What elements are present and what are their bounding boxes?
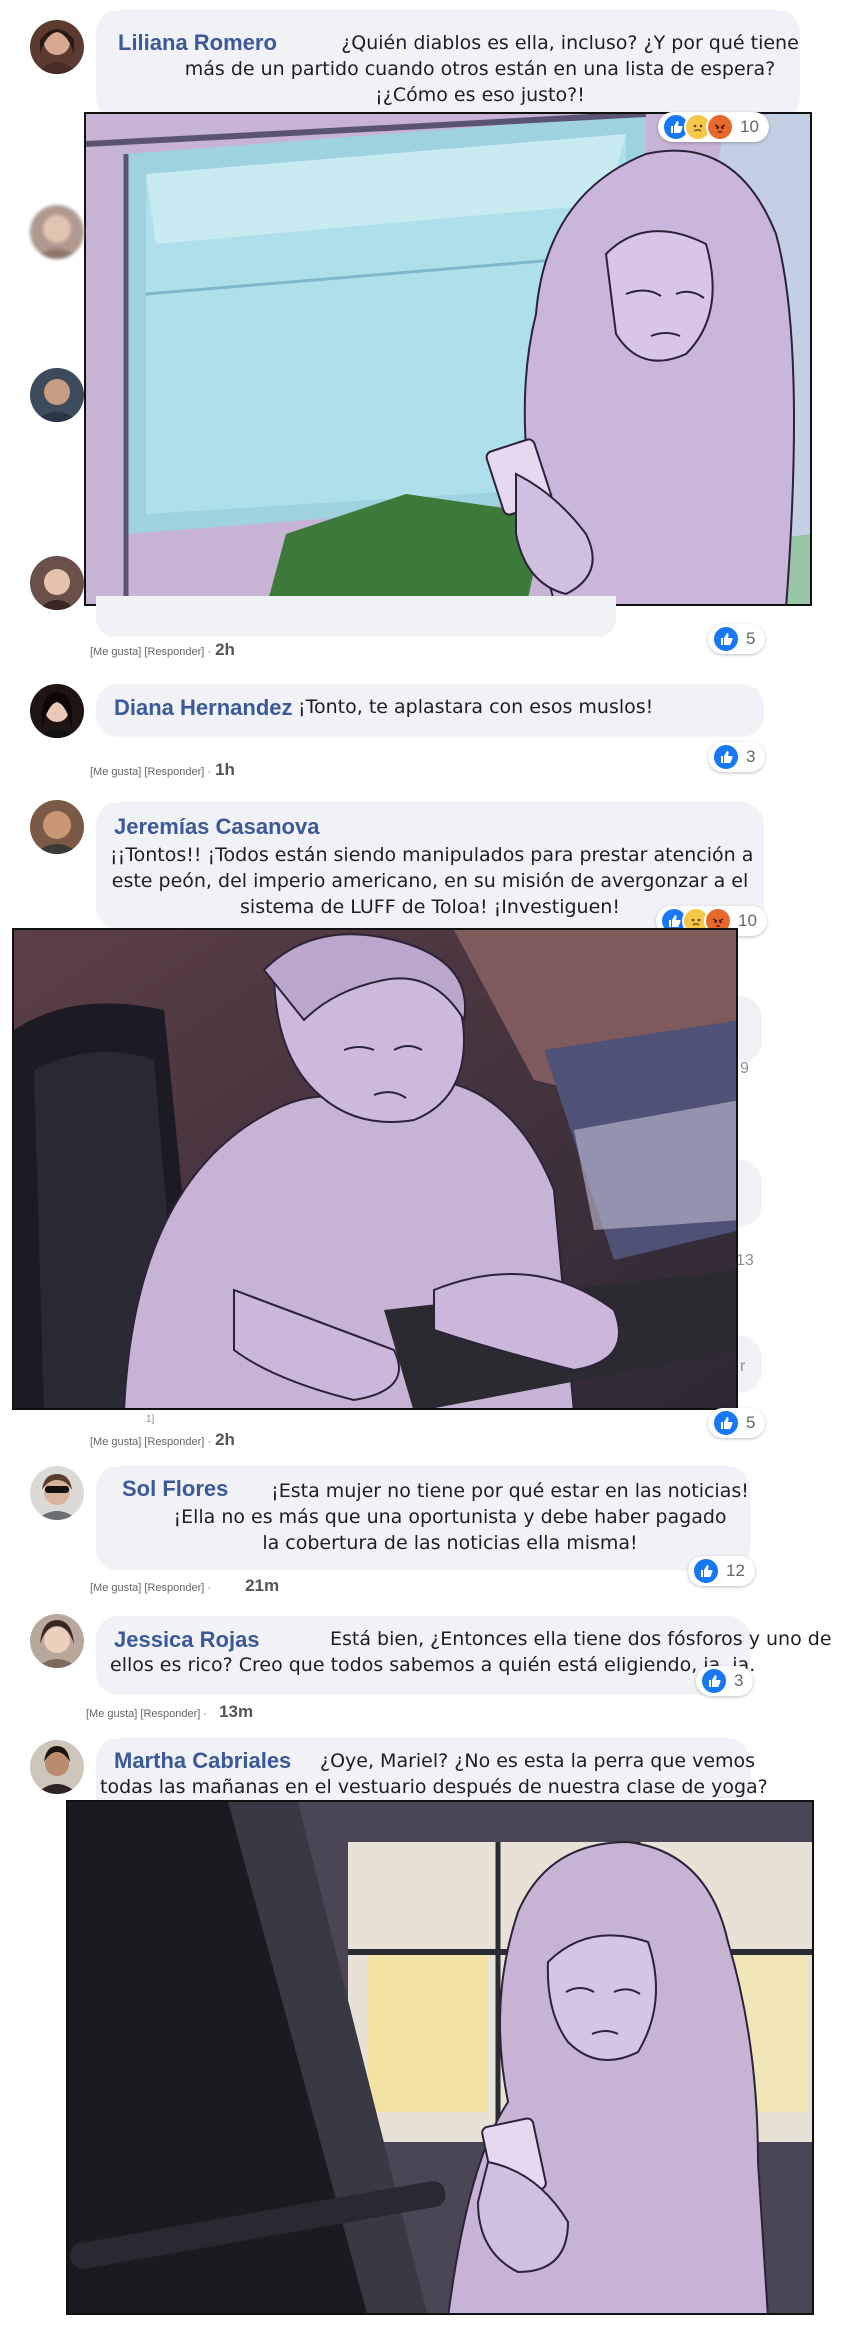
comment-text: ¿Quién diablos es ella, incluso? ¿Y por … xyxy=(184,32,799,106)
comment-text: ¡Tonto, te aplastara con esos muslos! xyxy=(298,696,654,718)
comment-actions[interactable]: [Me gusta] [Responder] · 2h xyxy=(90,640,235,660)
reaction-summary[interactable]: 3 xyxy=(696,1666,754,1696)
avatar[interactable] xyxy=(30,556,84,610)
avatar[interactable] xyxy=(30,684,84,738)
like-icon xyxy=(712,1409,740,1437)
avatar[interactable] xyxy=(30,368,84,422)
hidden-mark: 1] xyxy=(146,1414,155,1425)
avatar[interactable] xyxy=(30,800,84,854)
comic-panel-locker-room xyxy=(66,1800,814,2315)
comic-panel-window xyxy=(84,112,812,606)
reaction-count: 3 xyxy=(746,747,756,766)
reaction-summary[interactable]: 5 xyxy=(708,1408,766,1438)
comment-time[interactable]: 21m xyxy=(245,1576,279,1596)
hidden-reaction-count: 13 xyxy=(736,1252,754,1269)
comment-bubble xyxy=(96,596,616,636)
angry-icon xyxy=(706,113,734,141)
reaction-count: 5 xyxy=(746,629,756,648)
comment-text: ¡¡Tontos!! ¡Todos están siendo manipulad… xyxy=(110,844,754,918)
avatar[interactable] xyxy=(30,1740,84,1794)
avatar[interactable] xyxy=(30,1466,84,1520)
reaction-summary[interactable]: 3 xyxy=(708,742,766,772)
reaction-summary[interactable]: 12 xyxy=(688,1556,755,1586)
comment-author[interactable]: Jeremías Casanova xyxy=(114,814,319,840)
comment-text: ¿Oye, Mariel? ¿No es esta la perra que v… xyxy=(100,1750,768,1798)
reaction-count: 12 xyxy=(726,1561,745,1580)
comment-time[interactable]: 13m xyxy=(219,1702,253,1722)
avatar[interactable] xyxy=(30,1614,84,1668)
comment-actions[interactable]: [Me gusta] [Responder] · 21m xyxy=(90,1576,279,1596)
comment-actions[interactable]: [Me gusta] [Responder] · 1h xyxy=(90,760,235,780)
like-icon xyxy=(692,1557,720,1585)
like-icon xyxy=(700,1667,728,1695)
avatar[interactable] xyxy=(30,205,84,259)
reaction-count: 10 xyxy=(738,911,757,930)
hidden-reaction-count: r xyxy=(740,1358,746,1375)
reaction-count: 5 xyxy=(746,1413,756,1432)
comment-actions[interactable]: [Me gusta] [Responder] · 13m xyxy=(86,1702,253,1722)
like-icon xyxy=(712,743,740,771)
comment-text: Está bien, ¿Entonces ella tiene dos fósf… xyxy=(110,1628,832,1676)
avatar[interactable] xyxy=(30,20,84,74)
reaction-count: 10 xyxy=(740,117,759,136)
comment-actions[interactable]: [Me gusta] [Responder] · 2h xyxy=(90,1430,235,1450)
reaction-summary[interactable]: 10 xyxy=(658,112,769,142)
comment-time[interactable]: 1h xyxy=(215,760,235,780)
reaction-count: 3 xyxy=(734,1671,744,1690)
comic-panel-computer xyxy=(12,928,738,1410)
hidden-reaction-count: 9 xyxy=(740,1060,749,1077)
reaction-summary[interactable]: 5 xyxy=(708,624,766,654)
comment-text: ¡Esta mujer no tiene por qué estar en la… xyxy=(173,1480,749,1554)
comment-author[interactable]: Diana Hernandez xyxy=(114,695,293,721)
comment-time[interactable]: 2h xyxy=(215,1430,235,1450)
like-icon xyxy=(712,625,740,653)
comment-time[interactable]: 2h xyxy=(215,640,235,660)
